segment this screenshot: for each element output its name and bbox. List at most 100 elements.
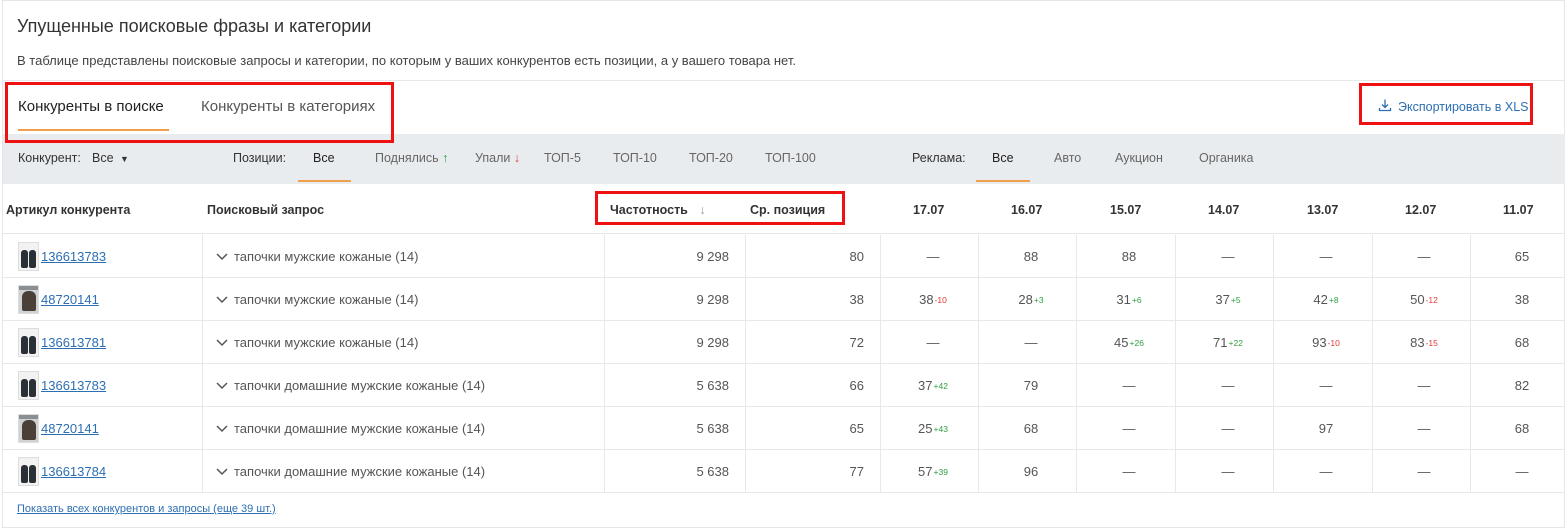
frequency-value: 9 298 xyxy=(696,335,729,350)
day-position-value: 96 xyxy=(1023,464,1039,479)
tab-category-competitors[interactable]: Конкуренты в категориях xyxy=(201,98,375,115)
cell-divider xyxy=(1470,364,1471,407)
day-position-value: 31 xyxy=(1116,292,1131,307)
positions-rose[interactable]: Поднялись ↑ xyxy=(375,151,448,165)
query-expand[interactable]: тапочки мужские кожаные (14) xyxy=(216,321,418,364)
query-expand[interactable]: тапочки мужские кожаные (14) xyxy=(216,278,418,321)
query-text: тапочки домашние мужские кожаные (14) xyxy=(234,464,486,479)
day-position: 71 +22 xyxy=(1183,321,1273,364)
positions-top20[interactable]: ТОП-20 xyxy=(689,151,733,165)
cell-divider xyxy=(1076,321,1077,364)
caret-down-icon: ▼ xyxy=(120,154,129,164)
cell-divider xyxy=(1175,235,1176,278)
day-position-value: 37 xyxy=(1215,292,1230,307)
arrow-down-icon: ↓ xyxy=(513,151,521,165)
day-position: — xyxy=(1379,235,1469,278)
frequency-value: 5 638 xyxy=(696,464,729,479)
product-thumbnail[interactable] xyxy=(18,371,39,400)
query-expand[interactable]: тапочки домашние мужские кожаные (14) xyxy=(216,407,485,450)
product-thumbnail[interactable] xyxy=(18,457,39,486)
query-text: тапочки домашние мужские кожаные (14) xyxy=(234,378,486,393)
cell-divider xyxy=(1273,364,1274,407)
day-position: — xyxy=(1183,364,1273,407)
day-position: — xyxy=(1084,407,1174,450)
product-thumbnail[interactable] xyxy=(18,328,39,357)
day-position: — xyxy=(1477,450,1567,493)
avg-position-value: 38 xyxy=(849,292,864,307)
positions-active-indicator xyxy=(298,180,351,182)
day-position-value: — xyxy=(926,335,940,350)
day-position: 68 xyxy=(1477,321,1567,364)
position-change-badge: -15 xyxy=(1425,337,1438,348)
positions-all[interactable]: Все xyxy=(313,151,335,165)
article-link[interactable]: 136613784 xyxy=(41,450,106,493)
positions-top5[interactable]: ТОП-5 xyxy=(544,151,581,165)
export-xls-button[interactable]: Экспортировать в XLS xyxy=(1378,98,1528,115)
position-change-badge: +42 xyxy=(933,380,948,391)
query-text: тапочки мужские кожаные (14) xyxy=(234,292,419,307)
avg-position-value: 66 xyxy=(849,378,864,393)
article-link[interactable]: 136613783 xyxy=(41,364,106,407)
article-link[interactable]: 136613783 xyxy=(41,235,106,278)
avg-position-value: 80 xyxy=(849,249,864,264)
col-frequency[interactable]: Частотность ↓ xyxy=(610,203,706,217)
article-link[interactable]: 136613781 xyxy=(41,321,106,364)
col-avg-position[interactable]: Ср. позиция xyxy=(750,203,825,217)
positions-top100[interactable]: ТОП-100 xyxy=(765,151,816,165)
position-change-badge: +6 xyxy=(1131,294,1142,305)
positions-top10[interactable]: ТОП-10 xyxy=(613,151,657,165)
cell-divider xyxy=(880,450,881,493)
cell-divider xyxy=(978,364,979,407)
positions-fell[interactable]: Упали ↓ xyxy=(475,151,520,165)
col-date: 17.07 xyxy=(913,203,945,217)
cell-divider xyxy=(202,278,203,321)
cell-divider xyxy=(978,321,979,364)
query-expand[interactable]: тапочки домашние мужские кожаные (14) xyxy=(216,364,485,407)
day-position-value: — xyxy=(926,249,940,264)
day-position: 42 +8 xyxy=(1281,278,1371,321)
article-link[interactable]: 48720141 xyxy=(41,278,99,321)
day-position-value: — xyxy=(1319,464,1333,479)
page-title: Упущенные поисковые фразы и категории xyxy=(17,16,372,36)
day-position: — xyxy=(986,321,1076,364)
day-position-value: — xyxy=(1417,249,1431,264)
ads-auto[interactable]: Авто xyxy=(1054,151,1081,165)
cell-divider xyxy=(1470,321,1471,364)
product-thumbnail[interactable] xyxy=(18,242,39,271)
cell-divider xyxy=(1372,450,1373,493)
competitor-filter-value: Все xyxy=(92,151,114,165)
day-position-value: 71 xyxy=(1213,335,1228,350)
cell-divider xyxy=(978,278,979,321)
cell-divider xyxy=(1175,364,1176,407)
cell-divider xyxy=(1273,235,1274,278)
ads-organic[interactable]: Органика xyxy=(1199,151,1254,165)
competitor-filter-select[interactable]: Все ▼ xyxy=(92,151,129,165)
query-expand[interactable]: тапочки домашние мужские кожаные (14) xyxy=(216,450,485,493)
table-row: 48720141 тапочки мужские кожаные (14) 9 29… xyxy=(3,278,1565,321)
product-thumbnail[interactable] xyxy=(18,414,39,443)
cell-divider xyxy=(1470,407,1471,450)
day-position: 96 xyxy=(986,450,1076,493)
tab-search-competitors[interactable]: Конкуренты в поиске xyxy=(18,98,164,115)
product-thumbnail[interactable] xyxy=(18,285,39,314)
article-link[interactable]: 48720141 xyxy=(41,407,99,450)
cell-divider xyxy=(1175,407,1176,450)
day-position-value: — xyxy=(1515,464,1529,479)
day-position: 37 +5 xyxy=(1183,278,1273,321)
ads-auction[interactable]: Аукцион xyxy=(1115,151,1163,165)
day-position: — xyxy=(1281,235,1371,278)
day-position: 82 xyxy=(1477,364,1567,407)
show-all-link[interactable]: Показать всех конкурентов и запросы (еще… xyxy=(17,503,276,515)
ads-all[interactable]: Все xyxy=(992,151,1014,165)
day-position-value: — xyxy=(1221,464,1235,479)
day-position-value: 65 xyxy=(1514,249,1530,264)
day-position-value: 68 xyxy=(1514,335,1530,350)
day-position-value: — xyxy=(1417,464,1431,479)
query-expand[interactable]: тапочки мужские кожаные (14) xyxy=(216,235,418,278)
day-position: — xyxy=(1281,364,1371,407)
position-change-badge: +43 xyxy=(933,423,948,434)
day-position: — xyxy=(888,321,978,364)
day-position: 88 xyxy=(986,235,1076,278)
day-position: 65 xyxy=(1477,235,1567,278)
cell-divider xyxy=(1076,235,1077,278)
